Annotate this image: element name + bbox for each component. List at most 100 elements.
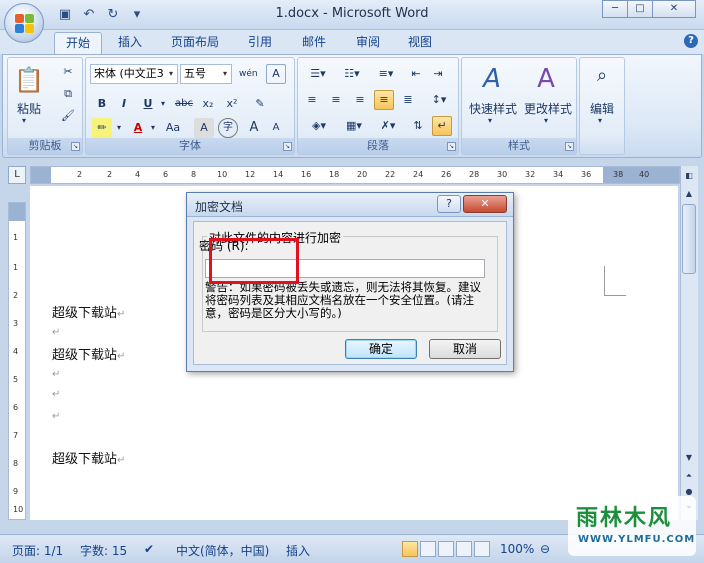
justify-icon[interactable]: ≡ (374, 90, 394, 110)
strikethrough-button[interactable]: abc (172, 94, 196, 114)
horizontal-ruler[interactable]: 2 2 4 6 8 10 12 14 16 18 20 22 24 26 28 … (30, 166, 680, 184)
font-launcher-icon[interactable]: ↘ (283, 142, 292, 151)
underline-dropdown-icon[interactable]: ▾ (158, 94, 168, 114)
paste-button[interactable]: 粘贴 (10, 100, 48, 117)
document-line[interactable]: ↵ (52, 408, 60, 423)
styles-launcher-icon[interactable]: ↘ (565, 142, 574, 151)
increase-indent-icon[interactable]: ⇥ (428, 64, 448, 84)
dialog-help-button[interactable]: ? (437, 195, 461, 213)
bullets-icon[interactable]: ☰▾ (302, 64, 334, 84)
dialog-close-button[interactable]: ✕ (463, 195, 507, 213)
tab-insert[interactable]: 插入 (108, 32, 152, 54)
prev-page-icon[interactable]: ⏶ (683, 470, 695, 482)
scroll-up-icon[interactable]: ▲ (683, 188, 695, 200)
cut-icon[interactable]: ✂ (58, 62, 78, 82)
subscript-button[interactable]: x₂ (198, 94, 218, 114)
clipboard-launcher-icon[interactable]: ↘ (71, 142, 80, 151)
scroll-down-icon[interactable]: ▼ (683, 452, 695, 464)
font-color-button[interactable]: A (128, 118, 148, 138)
maximize-button[interactable]: □ (627, 0, 653, 18)
char-shading-button[interactable]: A (194, 118, 214, 138)
close-button[interactable]: ✕ (652, 0, 696, 18)
document-line[interactable]: ↵ (52, 324, 60, 339)
cancel-button[interactable]: 取消 (429, 339, 501, 359)
dialog-title-bar[interactable]: 加密文档 ? ✕ (187, 193, 513, 217)
tab-home[interactable]: 开始 (54, 32, 102, 54)
italic-button[interactable]: I (114, 94, 134, 114)
paste-dropdown-icon[interactable]: ▾ (22, 116, 26, 125)
document-line[interactable]: 超级下载站↵ (52, 344, 125, 363)
shading-icon[interactable]: ◈▾ (302, 116, 336, 136)
full-screen-reading-icon[interactable] (420, 541, 436, 557)
underline-button[interactable]: U (138, 94, 158, 114)
editing-button[interactable]: 编辑 (580, 100, 624, 117)
change-styles-dropdown-icon[interactable]: ▾ (544, 116, 548, 125)
change-styles-button[interactable]: 更改样式 (520, 100, 576, 117)
format-painter-icon[interactable]: 🖌 (58, 106, 78, 126)
tab-page-layout[interactable]: 页面布局 (164, 32, 226, 54)
web-layout-icon[interactable] (438, 541, 454, 557)
help-icon[interactable]: ? (684, 34, 698, 48)
tab-selector[interactable]: L (8, 166, 26, 184)
ruler-toggle-icon[interactable]: ◧ (683, 170, 695, 182)
align-right-icon[interactable]: ≡ (350, 90, 370, 110)
zoom-level[interactable]: 100% (500, 542, 534, 556)
ok-button[interactable]: 确定 (345, 339, 417, 359)
superscript-button[interactable]: x² (222, 94, 242, 114)
chevron-down-icon[interactable]: ▾ (219, 65, 231, 83)
font-color-dropdown-icon[interactable]: ▾ (148, 118, 158, 138)
paste-icon[interactable]: 📋 (12, 62, 46, 98)
line-spacing-icon[interactable]: ↕▾ (424, 90, 454, 110)
page-count[interactable]: 页面: 1/1 (12, 542, 63, 559)
insert-mode-status[interactable]: 插入 (286, 542, 310, 559)
multilevel-list-icon[interactable]: ≡▾ (370, 64, 402, 84)
align-center-icon[interactable]: ≡ (326, 90, 346, 110)
grow-font-button[interactable]: A (244, 118, 264, 138)
tab-references[interactable]: 引用 (238, 32, 282, 54)
distributed-icon[interactable]: ≣ (398, 90, 418, 110)
office-button[interactable] (4, 3, 44, 43)
change-case-button[interactable]: Aa (160, 118, 186, 138)
print-layout-icon[interactable] (402, 541, 418, 557)
document-line[interactable]: ↵ (52, 366, 60, 381)
bold-button[interactable]: B (92, 94, 112, 114)
tab-mailings[interactable]: 邮件 (292, 32, 336, 54)
shrink-font-button[interactable]: A (266, 118, 286, 138)
scroll-thumb[interactable] (682, 204, 696, 274)
quick-styles-icon[interactable]: A (472, 62, 512, 96)
quick-styles-button[interactable]: 快速样式 (464, 100, 522, 117)
decrease-indent-icon[interactable]: ⇤ (406, 64, 426, 84)
proofing-icon[interactable]: ✔ (144, 542, 154, 556)
document-line[interactable]: 超级下载站↵ (52, 448, 125, 467)
draft-view-icon[interactable] (474, 541, 490, 557)
chevron-down-icon[interactable]: ▾ (165, 65, 177, 83)
paragraph-launcher-icon[interactable]: ↘ (447, 142, 456, 151)
language-status[interactable]: 中文(简体，中国) (176, 542, 269, 559)
font-size-combo[interactable]: 五号 ▾ (180, 64, 232, 84)
tab-review[interactable]: 审阅 (346, 32, 390, 54)
enclose-char-button[interactable]: 字 (218, 118, 238, 138)
document-line[interactable]: 超级下载站↵ (52, 302, 125, 321)
quick-styles-dropdown-icon[interactable]: ▾ (488, 116, 492, 125)
show-marks-icon[interactable]: ↵ (432, 116, 452, 136)
editing-dropdown-icon[interactable]: ▾ (598, 116, 602, 125)
align-left-icon[interactable]: ≡ (302, 90, 322, 110)
clear-formatting-icon[interactable]: ✎ (250, 94, 270, 114)
outline-view-icon[interactable] (456, 541, 472, 557)
borders-icon[interactable]: ▦▾ (338, 116, 370, 136)
sort-icon[interactable]: ⇅ (408, 116, 428, 136)
pinyin-guide-icon[interactable]: wén (238, 64, 258, 84)
tab-view[interactable]: 视图 (398, 32, 442, 54)
numbering-icon[interactable]: ☷▾ (336, 64, 368, 84)
chinese-layout-icon[interactable]: ✗▾ (372, 116, 404, 136)
char-border-icon[interactable]: A (266, 64, 286, 84)
highlight-icon[interactable]: ✏ (92, 118, 112, 138)
vertical-ruler[interactable]: 1 1 2 3 4 5 6 7 8 9 10 (8, 202, 26, 520)
font-name-combo[interactable]: 宋体 (中文正3 ▾ (90, 64, 178, 84)
document-line[interactable]: ↵ (52, 386, 60, 401)
highlight-dropdown-icon[interactable]: ▾ (114, 118, 124, 138)
word-count[interactable]: 字数: 15 (80, 542, 127, 559)
binoculars-icon[interactable]: ⌕ (588, 62, 616, 90)
change-styles-icon[interactable]: A (526, 62, 566, 96)
minimize-button[interactable]: ─ (602, 0, 628, 18)
